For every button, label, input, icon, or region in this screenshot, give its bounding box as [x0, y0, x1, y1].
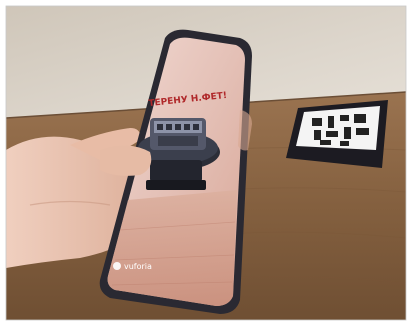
photo-scene: ТЕРЕНУ Н.ФЕТ! vuforia — [0, 0, 412, 326]
brand-watermark: vuforia — [124, 262, 152, 271]
vuforia-logo-icon — [113, 262, 121, 270]
photo-frame: ТЕРЕНУ Н.ФЕТ! vuforia — [0, 0, 412, 326]
background-phone — [286, 100, 388, 168]
thumb — [100, 145, 152, 176]
